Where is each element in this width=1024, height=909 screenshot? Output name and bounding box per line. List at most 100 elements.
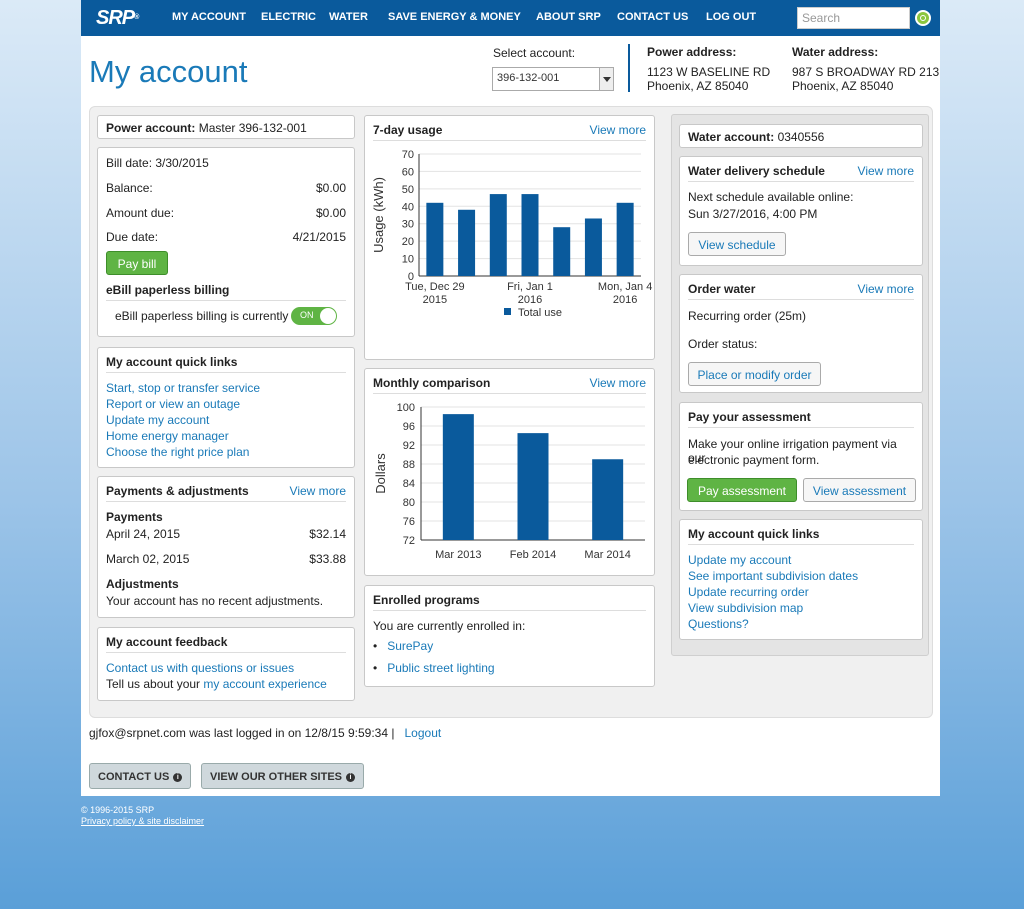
link-questions[interactable]: Questions? xyxy=(688,617,914,631)
quick-links2-title: My account quick links xyxy=(688,527,820,541)
view-schedule-button[interactable]: View schedule xyxy=(688,232,786,256)
nav-save-energy[interactable]: SAVE ENERGY & MONEY xyxy=(388,11,521,23)
payments-view-more[interactable]: View more xyxy=(290,484,346,498)
water-address-line1: 987 S BROADWAY RD 213 xyxy=(792,65,940,79)
nav-electric[interactable]: ELECTRIC xyxy=(261,11,316,23)
link-contact-questions[interactable]: Contact us with questions or issues xyxy=(106,661,346,675)
water-account-value: 0340556 xyxy=(777,130,825,144)
order-box: Order water View more Recurring order (2… xyxy=(679,274,923,393)
power-account-label: Power account: xyxy=(106,121,196,135)
divider xyxy=(106,372,346,373)
link-street-lighting[interactable]: Public street lighting xyxy=(387,661,494,675)
chart-bar xyxy=(517,433,549,540)
link-price-plan[interactable]: Choose the right price plan xyxy=(106,445,346,459)
order-status: Order status: xyxy=(688,337,758,351)
link-subdivision-map[interactable]: View subdivision map xyxy=(688,601,914,615)
water-account-box: Water account: 0340556 xyxy=(679,124,923,148)
link-recurring-order[interactable]: Update recurring order xyxy=(688,585,914,599)
link-account-experience[interactable]: my account experience xyxy=(203,677,326,691)
search-icon[interactable] xyxy=(915,10,931,26)
pay-bill-button[interactable]: Pay bill xyxy=(106,251,168,275)
y-tick-label: 40 xyxy=(402,201,414,213)
page: My account Select account: 396-132-001 P… xyxy=(81,36,940,796)
payment-amount: $32.14 xyxy=(309,527,346,541)
list-item: • SurePay xyxy=(373,639,434,653)
logout-link[interactable]: Logout xyxy=(405,726,442,740)
x-tick-label: Feb 2014 xyxy=(510,549,556,561)
view-assessment-button[interactable]: View assessment xyxy=(803,478,916,502)
srp-logo[interactable]: SRP® xyxy=(96,7,156,29)
divider xyxy=(373,393,646,394)
legend-label: Total use xyxy=(518,307,562,319)
nav-log-out[interactable]: LOG OUT xyxy=(706,11,756,23)
water-address-line2: Phoenix, AZ 85040 xyxy=(792,79,894,93)
link-report-outage[interactable]: Report or view an outage xyxy=(106,397,346,411)
link-home-energy[interactable]: Home energy manager xyxy=(106,429,346,443)
chart-bar xyxy=(584,218,602,276)
water-address: Water address: 987 S BROADWAY RD 213 Pho… xyxy=(792,45,939,93)
copyright: © 1996-2015 SRP Privacy policy & site di… xyxy=(81,805,204,827)
monthly-view-more[interactable]: View more xyxy=(590,376,646,390)
quick-links-title: My account quick links xyxy=(106,355,238,369)
contact-us-button[interactable]: CONTACT US i xyxy=(89,763,192,789)
delivery-line1: Next schedule available online: xyxy=(688,190,854,204)
divider xyxy=(106,501,346,502)
adjustments-text: Your account has no recent adjustments. xyxy=(106,594,324,608)
y-tick-label: 70 xyxy=(402,149,414,161)
assessment-text2: electronic payment form. xyxy=(688,453,820,467)
y-tick-label: 10 xyxy=(402,254,414,266)
x-tick-label: Mar 2013 xyxy=(435,549,481,561)
quick-links2-box: My account quick links Update my account… xyxy=(679,519,923,640)
feedback-box: My account feedback Contact us with ques… xyxy=(97,627,355,701)
water-address-label: Water address: xyxy=(792,45,879,59)
balance-value: $0.00 xyxy=(315,181,346,195)
nav-water[interactable]: WATER xyxy=(329,11,368,23)
y-tick-label: 20 xyxy=(402,236,414,248)
link-start-stop[interactable]: Start, stop or transfer service xyxy=(106,381,346,395)
search-input[interactable]: Search xyxy=(797,7,910,29)
monthly-box: Monthly comparison View more 72 76 80 84 88 9… xyxy=(364,368,655,576)
payment-row: April 24, 2015 $32.14 xyxy=(106,527,346,541)
chart-bar xyxy=(442,414,474,540)
payments-box: Payments & adjustments View more Payment… xyxy=(97,476,355,618)
place-order-button[interactable]: Place or modify order xyxy=(688,362,821,386)
chart-bar xyxy=(553,227,571,276)
divider xyxy=(373,610,646,611)
divider xyxy=(373,140,646,141)
x-tick-label: Tue, Dec 29 xyxy=(405,281,465,293)
delivery-box: Water delivery schedule View more Next s… xyxy=(679,156,923,266)
link-surepay[interactable]: SurePay xyxy=(387,639,433,653)
nav-my-account[interactable]: MY ACCOUNT xyxy=(172,11,246,23)
enrolled-text: You are currently enrolled in: xyxy=(373,619,526,633)
nav-contact-us[interactable]: CONTACT US xyxy=(617,11,688,23)
pay-assessment-button[interactable]: Pay assessment xyxy=(687,478,797,502)
power-address-line1: 1123 W BASELINE RD xyxy=(647,65,771,79)
y-tick-label: 76 xyxy=(403,516,415,528)
nav-about-srp[interactable]: ABOUT SRP xyxy=(536,11,601,23)
account-select[interactable]: 396-132-001 xyxy=(492,67,614,91)
login-info: gjfox@srpnet.com was last logged in on 1… xyxy=(89,726,441,740)
order-view-more[interactable]: View more xyxy=(858,282,914,296)
y-tick-label: 88 xyxy=(403,459,415,471)
link-subdivision-dates[interactable]: See important subdivision dates xyxy=(688,569,914,583)
link-update-account[interactable]: Update my account xyxy=(106,413,346,427)
usage-view-more[interactable]: View more xyxy=(590,123,646,137)
amount-due-label: Amount due: xyxy=(106,206,175,220)
delivery-view-more[interactable]: View more xyxy=(858,164,914,178)
y-tick-label: 92 xyxy=(403,440,415,452)
feedback-title: My account feedback xyxy=(106,635,228,649)
payments-label: Payments xyxy=(106,510,163,524)
due-date-value: 4/21/2015 xyxy=(292,230,346,244)
divider xyxy=(688,181,914,182)
other-sites-button[interactable]: VIEW OUR OTHER SITES i xyxy=(201,763,365,789)
chart-bar xyxy=(521,194,539,276)
ebill-toggle[interactable]: ON xyxy=(291,307,337,325)
payment-amount: $33.88 xyxy=(309,552,346,566)
power-address: Power address: 1123 W BASELINE RD Phoeni… xyxy=(647,45,770,93)
list-item: • Public street lighting xyxy=(373,661,495,675)
privacy-link[interactable]: Privacy policy & site disclaimer xyxy=(81,816,204,827)
power-account-box: Power account: Master 396-132-001 xyxy=(97,115,355,139)
chart-bar xyxy=(458,209,476,276)
divider xyxy=(106,300,346,301)
link-update-account[interactable]: Update my account xyxy=(688,553,914,567)
